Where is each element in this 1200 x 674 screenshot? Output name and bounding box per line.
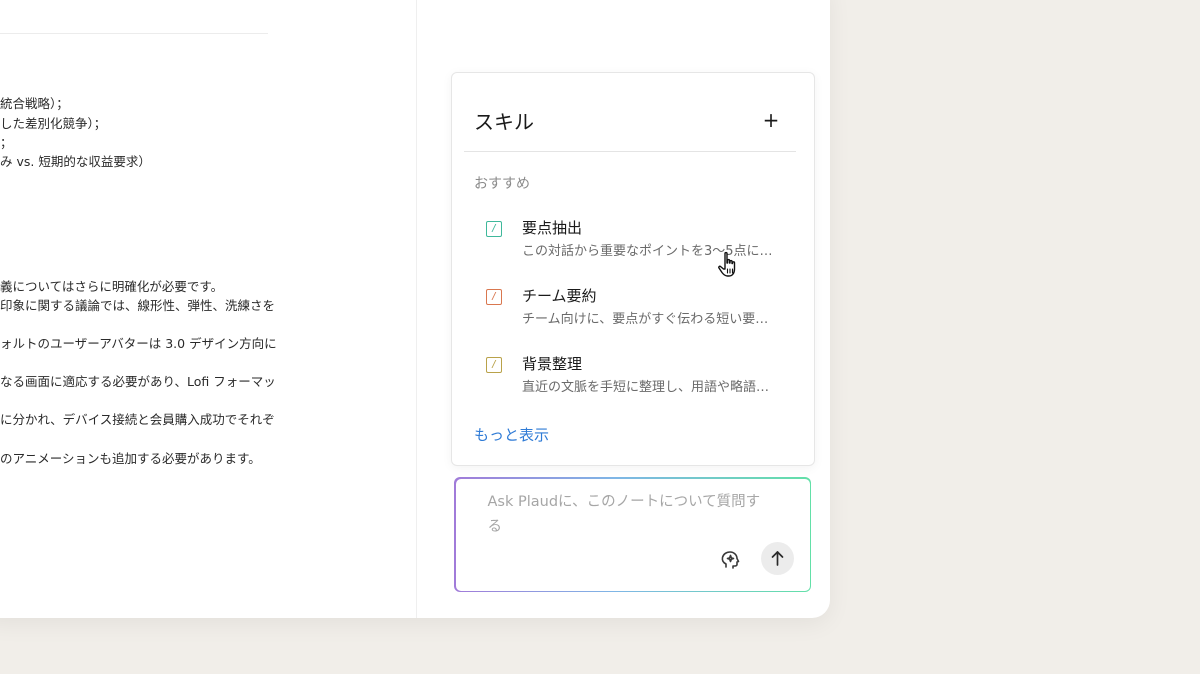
skill-slash-icon: / (486, 357, 502, 373)
show-more-link[interactable]: もっと表示 (474, 424, 549, 445)
ask-input-box[interactable]: Ask Plaudに、このノートについて質問する (454, 477, 811, 592)
skill-name: 背景整理 (522, 355, 583, 373)
hand-pointer-icon (716, 250, 746, 282)
skill-slash-icon: / (486, 221, 502, 237)
ask-input[interactable]: Ask Plaudに、このノートについて質問する (488, 490, 773, 540)
skills-popover: スキル + おすすめ / 要点抽出 この対話から重要なポイントを3〜5点に… /… (451, 72, 815, 466)
skill-name: チーム要約 (522, 287, 597, 305)
right-panel: スキル + おすすめ / 要点抽出 この対話から重要なポイントを3〜5点に… /… (0, 0, 830, 618)
sparkle-brain-icon[interactable] (715, 545, 745, 575)
skill-description: 直近の文脈を手短に整理し、用語や略語… (522, 380, 770, 395)
ask-input-inner: Ask Plaudに、このノートについて質問する (455, 478, 810, 591)
skill-name: 要点抽出 (522, 219, 583, 237)
skills-title: スキル (474, 110, 534, 134)
app-window: 統合戦略）； した差別化競争）； ； み vs. 短期的な収益要求） 義について… (0, 0, 830, 618)
skill-item-background[interactable]: / 背景整理 直近の文脈を手短に整理し、用語や略語… (474, 349, 794, 403)
skill-item-key-points[interactable]: / 要点抽出 この対話から重要なポイントを3〜5点に… (474, 213, 794, 267)
recommended-label: おすすめ (474, 176, 530, 192)
skill-slash-icon: / (486, 289, 502, 305)
skill-description: チーム向けに、要点がすぐ伝わる短い要… (522, 312, 769, 327)
send-button[interactable] (760, 541, 794, 575)
skills-divider (464, 151, 796, 152)
skill-item-team-summary[interactable]: / チーム要約 チーム向けに、要点がすぐ伝わる短い要… (474, 281, 794, 335)
arrow-up-icon (771, 550, 783, 566)
add-skill-button[interactable]: + (758, 107, 784, 133)
